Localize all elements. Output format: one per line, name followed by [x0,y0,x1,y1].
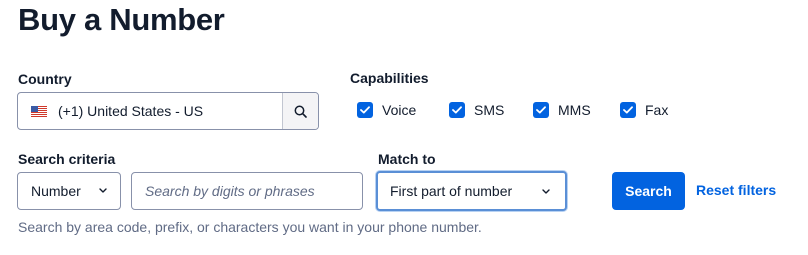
search-phrase-input[interactable] [131,172,363,210]
search-icon [294,105,307,118]
country-value: (+1) United States - US [58,103,204,119]
voice-label: Voice [382,102,417,118]
help-text: Search by area code, prefix, or characte… [18,219,482,235]
capability-mms[interactable]: MMS [533,101,591,119]
capability-voice[interactable]: Voice [357,101,416,119]
sms-label: SMS [474,102,505,118]
buy-number-page: Buy a Number Country (+1) United States … [0,0,808,255]
voice-checkbox[interactable] [357,102,373,118]
mms-label: MMS [558,102,591,118]
fax-label: Fax [645,102,669,118]
page-title: Buy a Number [18,2,225,37]
country-search-button[interactable] [282,93,318,129]
country-label: Country [18,71,72,87]
match-to-select[interactable]: First part of number [376,171,567,211]
check-icon [623,106,633,114]
us-flag-icon [31,105,47,117]
check-icon [452,106,462,114]
match-to-label: Match to [378,151,436,167]
search-criteria-label: Search criteria [18,151,116,167]
reset-filters-link[interactable]: Reset filters [696,182,776,198]
check-icon [536,106,546,114]
sms-checkbox[interactable] [449,102,465,118]
capability-sms[interactable]: SMS [449,101,504,119]
search-button[interactable]: Search [612,172,685,210]
country-field[interactable]: (+1) United States - US [17,92,319,130]
capabilities-label: Capabilities [350,70,429,86]
search-criteria-value: Number [31,183,81,199]
fax-checkbox[interactable] [620,102,636,118]
mms-checkbox[interactable] [533,102,549,118]
search-criteria-select[interactable]: Number [17,172,121,210]
match-to-value: First part of number [390,183,513,199]
capability-fax[interactable]: Fax [620,101,668,119]
chevron-down-icon [542,189,550,194]
check-icon [360,106,370,114]
chevron-down-icon [99,188,107,193]
